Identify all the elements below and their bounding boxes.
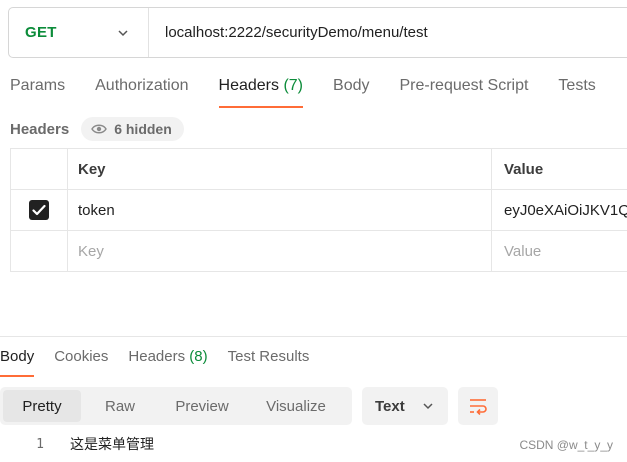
url-input[interactable] [149, 24, 627, 41]
method-label: GET [25, 24, 57, 41]
table-header-row: Key Value [11, 149, 627, 190]
headers-section-title: Headers [10, 120, 70, 138]
row-check-cell [11, 231, 68, 272]
method-select[interactable]: GET [9, 8, 149, 57]
tab-label: Headers [218, 77, 279, 94]
view-raw-button[interactable]: Raw [81, 390, 159, 422]
request-url-bar: GET [8, 7, 627, 58]
new-key-input[interactable]: Key [68, 231, 492, 272]
tab-label: Headers [128, 348, 186, 365]
tab-body[interactable]: Body [333, 77, 369, 108]
table-row: token eyJ0eXAiOiJKV1Q [11, 190, 627, 231]
view-mode-segmented-control: Pretty Raw Preview Visualize [0, 387, 352, 425]
tab-label: Pre-request Script [399, 77, 529, 94]
hidden-headers-toggle[interactable]: 6 hidden [81, 117, 184, 141]
tab-count-badge: (7) [283, 77, 304, 94]
line-number: 1 [36, 436, 44, 452]
tab-params[interactable]: Params [10, 77, 65, 108]
request-tabs: Params Authorization Headers (7) Body Pr… [10, 77, 626, 108]
response-tabs: Body Cookies Headers (8) Test Results [0, 348, 329, 377]
tab-label: Test Results [227, 348, 310, 365]
tab-response-cookies[interactable]: Cookies [54, 348, 108, 377]
pane-divider[interactable] [0, 336, 627, 337]
tab-label: Cookies [54, 348, 109, 365]
value-column-header: Value [504, 160, 544, 178]
chevron-down-icon [118, 29, 128, 36]
check-column-header [11, 149, 68, 189]
tab-label: Tests [558, 77, 596, 94]
format-select-label: Text [375, 397, 405, 415]
tab-response-headers[interactable]: Headers (8) [128, 348, 207, 377]
checkmark-icon [32, 204, 46, 216]
headers-section-header: Headers 6 hidden [10, 117, 184, 141]
watermark: CSDN @w_t_y_y [519, 438, 613, 452]
new-value-input[interactable]: Value [492, 231, 627, 272]
key-column-header: Key [68, 149, 492, 189]
tab-tests[interactable]: Tests [558, 77, 595, 108]
wrap-lines-button[interactable] [458, 387, 498, 425]
tab-label: Authorization [95, 77, 189, 94]
tab-authorization[interactable]: Authorization [95, 77, 188, 108]
format-select[interactable]: Text [362, 387, 448, 425]
tab-test-results[interactable]: Test Results [228, 348, 310, 377]
tab-label: Params [10, 77, 66, 94]
tab-headers[interactable]: Headers (7) [218, 77, 304, 108]
view-pretty-button[interactable]: Pretty [3, 390, 81, 422]
eye-icon [91, 124, 108, 134]
view-preview-button[interactable]: Preview [159, 390, 245, 422]
tab-pre-request-script[interactable]: Pre-request Script [399, 77, 528, 108]
headers-table: Key Value token eyJ0eXAiOiJKV1Q Key Valu… [10, 148, 627, 272]
tab-label: Body [333, 77, 370, 94]
table-row-new: Key Value [11, 231, 627, 272]
row-check-cell [11, 190, 68, 230]
header-value-cell[interactable]: eyJ0eXAiOiJKV1Q [492, 190, 627, 230]
response-content: 这是菜单管理 [70, 437, 154, 453]
wrap-lines-icon [470, 399, 487, 415]
tab-count-badge: (8) [189, 348, 208, 365]
tab-label: Body [0, 348, 35, 365]
chevron-down-icon [423, 403, 433, 410]
view-visualize-button[interactable]: Visualize [245, 390, 347, 422]
hidden-headers-label: 6 hidden [114, 121, 172, 137]
tab-response-body[interactable]: Body [0, 348, 35, 377]
header-key-cell[interactable]: token [68, 190, 492, 230]
header-enabled-checkbox[interactable] [29, 200, 49, 220]
